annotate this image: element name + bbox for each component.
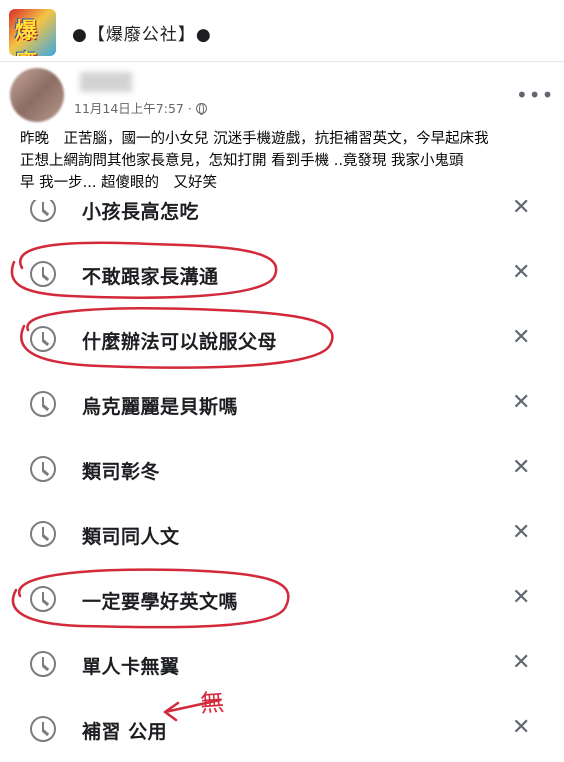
clock-icon — [30, 261, 56, 287]
remove-icon[interactable]: ✕ — [512, 390, 530, 415]
group-logo-text: 爆廢 — [15, 19, 38, 56]
group-name[interactable]: ●【爆廢公社】● — [72, 20, 212, 45]
search-history-row[interactable]: 一定要學好英文嗎 ✕ — [4, 568, 556, 633]
search-history-row[interactable]: 類司同人文 ✕ — [4, 503, 556, 568]
search-history-row[interactable]: 烏克麗麗是貝斯嗎 ✕ — [4, 373, 556, 438]
search-history-label: 小孩長高怎吃 — [82, 201, 200, 223]
search-history-row[interactable]: 不敢跟家長溝通 ✕ — [4, 243, 556, 308]
search-history-label: 不敢跟家長溝通 — [82, 266, 219, 288]
post-timestamp-text: 11月14日上午7:57 · — [74, 101, 192, 116]
globe-icon — [195, 103, 207, 115]
post-text-line: 正想上網詢問其他家長意見，怎知打開 看到手機 ..竟發現 我家小鬼頭 — [20, 153, 464, 169]
post-timestamp[interactable]: 11月14日上午7:57 · — [74, 98, 207, 117]
search-history-label: 一定要學好英文嗎 — [82, 591, 239, 613]
remove-icon[interactable]: ✕ — [512, 520, 530, 545]
search-history-label: 單人卡無翼 — [82, 656, 180, 678]
search-history-label: 補習 公用 — [82, 721, 168, 743]
search-history-row[interactable]: 補習 公用 ✕ — [4, 698, 556, 762]
group-header: 爆廢 ●【爆廢公社】● — [0, 0, 564, 62]
clock-icon — [30, 586, 56, 612]
clock-icon — [30, 521, 56, 547]
remove-icon[interactable]: ✕ — [512, 715, 530, 740]
clock-icon — [30, 456, 56, 482]
remove-icon[interactable]: ✕ — [512, 585, 530, 610]
post-body: 昨晚 正苦腦，國一的小女兒 沉迷手機遊戲，抗拒補習英文，今早起床我 正想上網詢問… — [20, 128, 556, 194]
remove-icon[interactable]: ✕ — [512, 650, 530, 675]
search-history-row[interactable]: 什麼辦法可以說服父母 ✕ — [4, 308, 556, 373]
search-history-label: 什麼辦法可以說服父母 — [82, 331, 278, 353]
search-history-screenshot: 小孩長高怎吃 ✕ 不敢跟家長溝通 ✕ 什麼辦法可以說服父母 ✕ 烏克麗麗是貝斯嗎… — [4, 200, 556, 762]
search-history-row[interactable]: 單人卡無翼 ✕ — [4, 633, 556, 698]
remove-icon[interactable]: ✕ — [512, 200, 530, 220]
avatar[interactable] — [10, 68, 64, 122]
search-history-label: 類司同人文 — [82, 526, 180, 548]
search-history-label: 烏克麗麗是貝斯嗎 — [82, 396, 239, 418]
post-text-line: 早 我一步... 超傻眼的 又好笑 — [20, 175, 218, 191]
clock-icon — [30, 716, 56, 742]
search-history-row[interactable]: 類司彰冬 ✕ — [4, 438, 556, 503]
handwritten-note: 無 — [199, 688, 226, 718]
search-history-label: 類司彰冬 — [82, 461, 161, 483]
remove-icon[interactable]: ✕ — [512, 325, 530, 350]
clock-icon — [30, 391, 56, 417]
search-history-row[interactable]: 小孩長高怎吃 ✕ — [4, 200, 556, 243]
author-name-redacted[interactable] — [80, 72, 132, 92]
post-header: 11月14日上午7:57 · ••• — [0, 62, 564, 122]
remove-icon[interactable]: ✕ — [512, 260, 530, 285]
clock-icon — [30, 651, 56, 677]
clock-icon — [30, 200, 56, 222]
post-text-line: 昨晚 正苦腦，國一的小女兒 沉迷手機遊戲，抗拒補習英文，今早起床我 — [20, 131, 489, 147]
clock-icon — [30, 326, 56, 352]
more-options-icon[interactable]: ••• — [516, 85, 554, 105]
group-logo-icon[interactable]: 爆廢 — [9, 9, 56, 56]
remove-icon[interactable]: ✕ — [512, 455, 530, 480]
